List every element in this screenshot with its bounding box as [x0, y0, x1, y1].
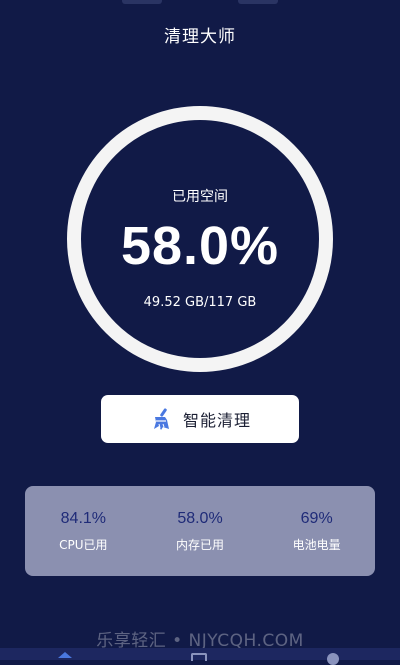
home-icon[interactable] [56, 652, 74, 662]
page-title: 清理大师 [164, 27, 236, 47]
stat-cpu-label: CPU已用 [59, 537, 108, 552]
stat-memory-value: 58.0% [177, 509, 223, 527]
system-stats-panel: 84.1% CPU已用 58.0% 内存已用 69% 电池电量 [25, 486, 375, 576]
stat-memory: 58.0% 内存已用 [142, 486, 259, 576]
used-space-label: 已用空间 [172, 189, 228, 205]
stat-battery-label: 电池电量 [292, 537, 341, 552]
status-bar-fragment [238, 0, 278, 4]
broom-icon [153, 408, 169, 430]
used-space-percent: 58.0% [120, 216, 280, 276]
status-bar-fragment [122, 0, 162, 4]
stat-battery: 69% 电池电量 [258, 486, 375, 576]
used-space-detail: 49.52 GB/117 GB [143, 295, 257, 310]
storage-usage-ring: 已用空间 58.0% 49.52 GB/117 GB [67, 106, 333, 372]
stat-memory-label: 内存已用 [176, 537, 225, 552]
stat-cpu: 84.1% CPU已用 [25, 486, 142, 576]
stat-battery-value: 69% [300, 509, 333, 527]
smart-clean-button[interactable]: 智能清理 [101, 395, 299, 443]
bottom-nav [0, 648, 400, 665]
toolbox-icon[interactable] [190, 652, 208, 662]
smart-clean-label: 智能清理 [182, 411, 251, 430]
profile-icon[interactable] [324, 652, 342, 665]
stat-cpu-value: 84.1% [60, 509, 107, 527]
